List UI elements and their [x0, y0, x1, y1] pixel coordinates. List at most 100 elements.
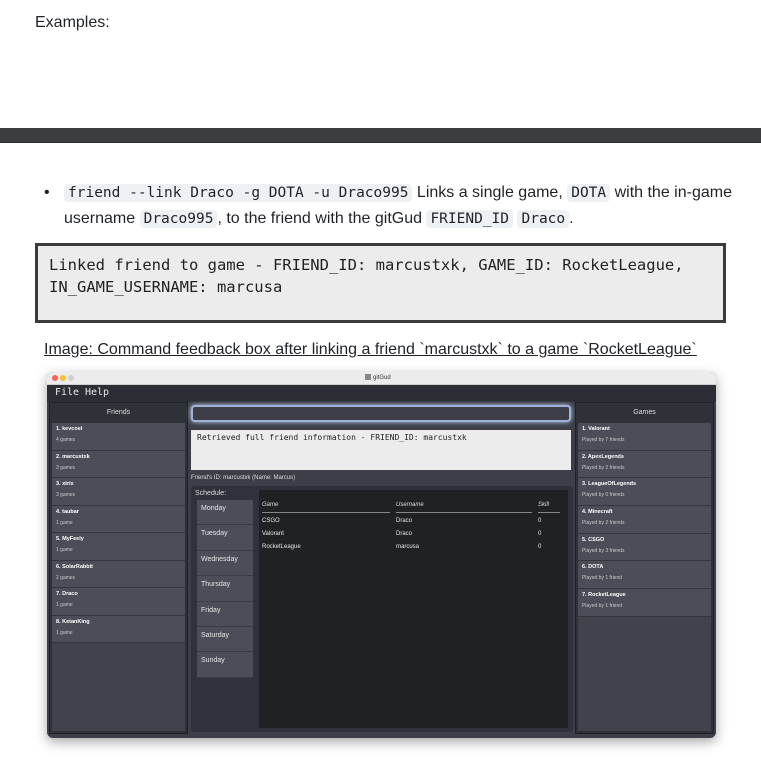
day-thursday[interactable]: Thursday	[197, 576, 253, 602]
games-table: Game Username Skill CSGO Draco 0 Valoran…	[259, 490, 568, 728]
friend-name: 1. kevcoel	[56, 426, 83, 432]
minimize-window-icon[interactable]	[60, 375, 66, 381]
game-list-item[interactable]: 3. LeagueOfLegends Played by 0 friends	[578, 478, 711, 507]
friend-name: 2. marcustxk	[56, 453, 90, 460]
friend-list-item[interactable]: 5. MyFeely 1 game	[52, 533, 185, 561]
title-bar: gitGud	[47, 372, 716, 385]
table-cell-game: CSGO	[262, 518, 280, 524]
menu-file[interactable]: File	[55, 387, 79, 398]
game-list-item[interactable]: 2. ApexLegends Played by 2 friends	[578, 450, 711, 479]
table-cell-skill: 0	[538, 531, 542, 537]
window-title-text: gitGud	[373, 375, 391, 381]
friends-header: Friends	[106, 409, 131, 416]
menu-bar: File Help	[47, 385, 716, 402]
example-bullet: • friend --link Draco -g DOTA -u Draco99…	[44, 180, 734, 232]
game-played-by: Played by 3 friends	[582, 547, 625, 554]
friend-game-count: 1 game	[56, 602, 73, 608]
day-saturday[interactable]: Saturday	[197, 626, 253, 653]
inline-code-command: friend --link Draco -g DOTA -u Draco995	[64, 184, 413, 202]
friend-name: 6. SolarRabbit	[56, 563, 93, 570]
game-played-by: Played by 2 friends	[582, 464, 625, 471]
image-caption[interactable]: Image: Command feedback box after linkin…	[44, 341, 697, 359]
result-display: Retrieved full friend information - FRIE…	[191, 430, 571, 470]
games-panel: Games 1. Valorant Played by 7 friends 2. …	[575, 402, 714, 734]
friend-game-count: 3 games	[56, 492, 76, 498]
header-underline	[538, 512, 560, 513]
game-name: 6. DOTA	[582, 564, 604, 571]
column-header-username[interactable]: Username	[396, 502, 424, 508]
friend-game-count: 3 games	[56, 464, 76, 471]
friend-list-item[interactable]: 8. KetanKing 1 game	[52, 615, 185, 643]
game-list-item[interactable]: 6. DOTA Played by 1 friend	[578, 561, 711, 590]
game-name: 4. Minecraft	[582, 509, 613, 516]
command-output-line-2: IN_GAME_USERNAME: marcusa	[49, 278, 283, 296]
bullet-text-3: , to the friend with the gitGud	[217, 210, 427, 227]
friend-list-item[interactable]: 4. taubar 1 game	[52, 505, 185, 533]
friend-game-count: 4 games	[56, 437, 76, 443]
day-sunday[interactable]: Sunday	[197, 652, 253, 678]
table-cell-username: Draco	[396, 531, 413, 537]
command-input[interactable]	[191, 405, 571, 422]
app-icon	[365, 374, 371, 380]
game-name: 3. LeagueOfLegends	[582, 481, 637, 488]
game-played-by: Played by 0 friends	[582, 492, 625, 499]
schedule-days: Monday Tuesday Wednesday Thursday Friday…	[197, 500, 253, 678]
schedule-label: Schedule:	[195, 490, 227, 497]
game-list-item[interactable]: 7. RocketLeague Played by 1 friend	[578, 589, 711, 617]
window-title: gitGud	[365, 374, 391, 381]
table-cell-skill: 0	[538, 518, 542, 524]
day-monday[interactable]: Monday	[197, 500, 253, 526]
bullet-text-5: .	[569, 210, 574, 227]
friend-id-label: Friend's ID: marcustxk (Name: Marcus)	[191, 475, 296, 481]
header-underline	[396, 512, 532, 513]
game-list-item[interactable]: 1. Valorant Played by 7 friends	[578, 423, 711, 451]
menu-help[interactable]: Help	[85, 387, 109, 398]
table-cell-username: marcusa	[396, 544, 420, 550]
column-header-skill[interactable]: Skill	[538, 502, 549, 508]
zoom-window-icon[interactable]	[68, 375, 74, 381]
inline-code-friend-id: Draco	[517, 210, 570, 228]
game-played-by: Played by 1 friend	[582, 575, 623, 582]
friends-panel: Friends 1. kevcoel 4 games 2. marcustxk 3 …	[49, 402, 188, 734]
day-friday[interactable]: Friday	[197, 601, 253, 627]
game-name: 1. Valorant	[582, 426, 610, 432]
main-panel: Retrieved full friend information - FRIE…	[189, 402, 573, 734]
inline-code-game: DOTA	[567, 184, 611, 202]
friend-list-item[interactable]: 6. SolarRabbit 2 games	[52, 560, 185, 588]
examples-label: Examples:	[35, 14, 110, 31]
app-window: gitGud File Help Friends 1. kevcoel 4 gam…	[47, 372, 716, 738]
game-list-item[interactable]: 5. CSGO Played by 3 friends	[578, 533, 711, 562]
friend-name: 4. taubar	[56, 508, 79, 515]
friend-game-count: 1 game	[56, 519, 73, 526]
friend-list-item[interactable]: 1. kevcoel 4 games	[52, 423, 185, 451]
command-output-line-1: Linked friend to game - FRIEND_ID: marcu…	[49, 256, 684, 274]
friend-list-item[interactable]: 2. marcustxk 3 games	[52, 450, 185, 478]
game-list-item[interactable]: 4. Minecraft Played by 2 friends	[578, 506, 711, 534]
friend-name: 3. xtrix	[56, 481, 74, 487]
close-window-icon[interactable]	[52, 375, 58, 381]
friend-name: 8. KetanKing	[56, 618, 90, 625]
bullet-dot-icon: •	[44, 184, 50, 201]
bullet-text: friend --link Draco -g DOTA -u Draco995 …	[64, 180, 734, 232]
game-played-by: Played by 2 friends	[582, 520, 625, 527]
friend-name: 7. Draco	[56, 591, 78, 597]
friends-list[interactable]: 1. kevcoel 4 games 2. marcustxk 3 games 3.…	[52, 423, 185, 731]
game-name: 5. CSGO	[582, 536, 605, 543]
table-cell-username: Draco	[396, 518, 413, 524]
inline-code-username: Draco995	[139, 210, 218, 228]
friend-game-count: 2 games	[56, 574, 76, 581]
friend-game-count: 1 game	[56, 629, 73, 636]
game-name: 2. ApexLegends	[582, 453, 624, 460]
day-wednesday[interactable]: Wednesday	[197, 550, 253, 577]
day-tuesday[interactable]: Tuesday	[197, 525, 253, 551]
table-cell-skill: 0	[538, 544, 542, 550]
games-header: Games	[633, 409, 656, 416]
header-underline	[262, 512, 390, 513]
friend-list-item[interactable]: 7. Draco 1 game	[52, 588, 185, 616]
column-header-game[interactable]: Game	[262, 502, 278, 508]
games-list[interactable]: 1. Valorant Played by 7 friends 2. ApexLe…	[578, 423, 711, 731]
friend-list-item[interactable]: 3. xtrix 3 games	[52, 478, 185, 506]
game-name: 7. RocketLeague	[582, 592, 626, 599]
inline-code-friend-id-term: FRIEND_ID	[426, 210, 514, 228]
bullet-text-1: Links a single game,	[412, 184, 568, 201]
